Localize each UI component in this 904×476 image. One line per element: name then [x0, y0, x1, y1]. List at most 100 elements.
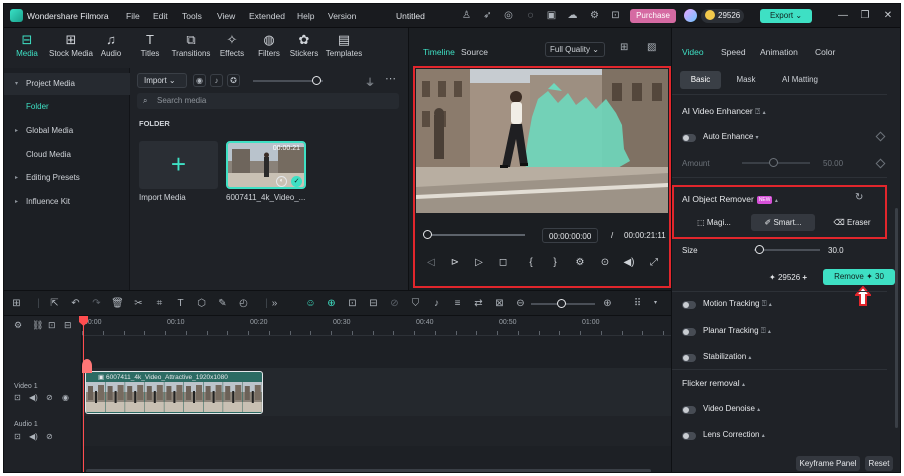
send-icon[interactable]: ➶: [481, 9, 494, 22]
close-icon[interactable]: ✕: [881, 8, 895, 23]
tool-titles[interactable]: T Titles: [137, 31, 163, 65]
chevron-up-icon[interactable]: ▴: [763, 110, 766, 116]
auto-ripple-icon[interactable]: ⊟: [64, 320, 72, 331]
redo-icon[interactable]: ↷: [90, 297, 103, 310]
maximize-icon[interactable]: ❐: [858, 8, 872, 23]
step-forward-icon[interactable]: ⊳: [448, 256, 462, 270]
snapshot-icon[interactable]: ▨: [647, 42, 656, 53]
text-icon[interactable]: T: [174, 297, 187, 310]
avatar[interactable]: [684, 9, 697, 22]
ai-edit-icon[interactable]: ⬡: [195, 297, 208, 310]
fit-icon[interactable]: ⊠: [493, 297, 506, 310]
chevron-up-icon[interactable]: ▴: [768, 329, 771, 335]
menu-tools[interactable]: Tools: [182, 11, 202, 21]
export-button[interactable]: Export ⌄: [760, 9, 812, 23]
cut-icon[interactable]: ✂: [132, 297, 145, 310]
lock-icon[interactable]: ⊡: [14, 432, 21, 441]
eye-icon[interactable]: ◉: [62, 393, 69, 402]
render-settings-icon[interactable]: ⚙: [573, 256, 587, 270]
thumbnail-size-knob[interactable]: [312, 76, 321, 85]
shield-icon[interactable]: ⛉: [409, 297, 422, 310]
menu-extended[interactable]: Extended: [249, 11, 285, 21]
timeline-scrollbar[interactable]: [86, 469, 651, 472]
ai-video-enhancer-heading[interactable]: AI Video Enhancer ⍰ ▴: [682, 106, 766, 117]
add-track-icon[interactable]: ⚙: [14, 320, 22, 331]
video-denoise-toggle[interactable]: [682, 406, 696, 414]
flicker-removal-heading[interactable]: Flicker removal ▴: [682, 378, 745, 388]
auto-enhance-toggle[interactable]: [682, 134, 696, 142]
previous-frame-icon[interactable]: ◁: [424, 256, 438, 270]
save-icon[interactable]: ▣: [545, 9, 558, 22]
eraser-button[interactable]: ⌫ Eraser: [826, 214, 878, 231]
chevron-up-icon[interactable]: ▴: [742, 382, 745, 388]
tool-transitions[interactable]: ⧉ Transitions: [170, 31, 212, 65]
sidebar-item-influence-kit[interactable]: ▸ Influence Kit: [4, 191, 130, 213]
timeline-video-clip[interactable]: ▣ 6007411_4k_Video_Attractive_1920x1080: [85, 371, 263, 414]
auto-highlight-icon[interactable]: ⊡: [346, 297, 359, 310]
link-icon[interactable]: ⛓: [32, 320, 43, 331]
microphone-icon[interactable]: ♪: [210, 74, 223, 87]
audio-mixer-icon[interactable]: ≡: [451, 297, 464, 310]
stop-icon[interactable]: ◻: [496, 256, 510, 270]
camera-icon[interactable]: ⊙: [598, 256, 612, 270]
preview-video-frame[interactable]: [416, 69, 668, 213]
keyframe-diamond-icon[interactable]: [875, 131, 886, 142]
help-icon[interactable]: ⍰: [761, 326, 766, 335]
brush-size-knob[interactable]: [755, 245, 764, 254]
subtab-basic[interactable]: Basic: [680, 71, 721, 89]
motion-tracking-toggle[interactable]: [682, 301, 696, 309]
planar-tracking-toggle[interactable]: [682, 328, 696, 336]
select-tool-icon[interactable]: ⇱: [48, 297, 61, 310]
tab-video[interactable]: Video: [682, 47, 704, 57]
cloud-icon[interactable]: ☁: [566, 9, 579, 22]
tool-templates[interactable]: ▤ Templates: [323, 31, 365, 65]
play-icon[interactable]: ▷: [472, 256, 486, 270]
mute-icon[interactable]: ⊘: [46, 393, 53, 402]
zoom-in-icon[interactable]: ⊕: [601, 297, 614, 310]
ai-image-icon[interactable]: ✪: [227, 74, 240, 87]
tool-stock-media[interactable]: ⊞ Stock Media: [46, 31, 96, 65]
ai-mate-icon[interactable]: ☺: [304, 297, 317, 310]
scrubber-knob[interactable]: [423, 230, 432, 239]
tab-color[interactable]: Color: [815, 47, 835, 57]
tab-source[interactable]: Source: [461, 47, 488, 57]
split-screen-icon[interactable]: ⊕: [325, 297, 338, 310]
chevron-down-icon[interactable]: ▾: [756, 135, 759, 141]
display-mode-icon[interactable]: ⊞: [620, 42, 628, 53]
help-icon[interactable]: ⍰: [755, 106, 760, 116]
chevron-up-icon[interactable]: ▴: [757, 407, 760, 413]
mark-in-icon[interactable]: {: [524, 256, 538, 270]
mark-out-icon[interactable]: }: [548, 256, 562, 270]
subtab-mask[interactable]: Mask: [726, 71, 766, 89]
menu-file[interactable]: File: [126, 11, 140, 21]
sidebar-item-cloud-media[interactable]: Cloud Media: [4, 144, 130, 166]
quality-dropdown[interactable]: Full Quality ⌄: [545, 42, 605, 57]
sidebar-item-global-media[interactable]: ▸ Global Media: [4, 120, 130, 142]
keyframe-panel-button[interactable]: Keyframe Panel: [796, 456, 860, 471]
reset-button[interactable]: Reset: [865, 456, 893, 471]
layout-icon[interactable]: ⊞: [10, 297, 23, 310]
chevron-up-icon[interactable]: ▴: [748, 355, 751, 361]
undo-icon[interactable]: ↶: [69, 297, 82, 310]
tool-filters[interactable]: ◍ Filters: [256, 31, 282, 65]
import-media-tile[interactable]: +: [139, 141, 218, 189]
tab-timeline[interactable]: Timeline: [423, 47, 455, 57]
smart-brush-button[interactable]: ✐ Smart...: [751, 214, 815, 231]
mute-icon[interactable]: ⊘: [46, 432, 53, 441]
media-clip-thumbnail[interactable]: 00:00:21 ◐ ✓: [226, 141, 306, 189]
menu-edit[interactable]: Edit: [153, 11, 168, 21]
tool-stickers[interactable]: ✿ Stickers: [288, 31, 320, 65]
gift-icon[interactable]: ♙: [460, 9, 473, 22]
grid-icon[interactable]: ⠿: [631, 297, 644, 310]
menu-view[interactable]: View: [217, 11, 235, 21]
speed-icon[interactable]: ◴: [237, 297, 250, 310]
audio-stretch-icon[interactable]: ⊘: [388, 297, 401, 310]
volume-icon[interactable]: ◀): [29, 393, 38, 402]
chevron-up-icon[interactable]: ▴: [775, 198, 778, 204]
sidebar-item-editing-presets[interactable]: ▸ Editing Presets: [4, 167, 130, 189]
tool-effects[interactable]: ✧ Effects: [217, 31, 247, 65]
menu-version[interactable]: Version: [328, 11, 356, 21]
ai-credits[interactable]: ✦ 29526 +: [769, 271, 807, 285]
more-tools-icon[interactable]: »: [268, 297, 281, 310]
chevron-down-icon[interactable]: ▾: [649, 297, 662, 310]
